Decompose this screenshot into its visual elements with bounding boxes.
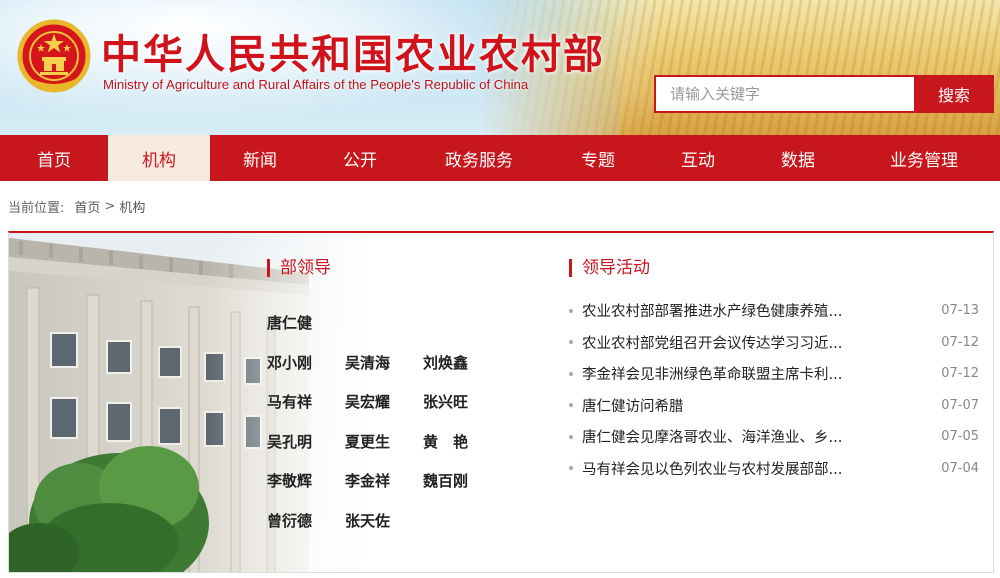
leader-name[interactable]: 李金祥 <box>345 470 423 491</box>
leader-name[interactable]: 张兴旺 <box>423 391 501 412</box>
activity-item[interactable]: 农业农村部部署推进水产绿色健康养殖... 07-13 <box>569 295 979 327</box>
activity-item[interactable]: 李金祥会见非洲绿色革命联盟主席卡利... 07-12 <box>569 358 979 390</box>
leadership-panel: 部领导 唐仁健 邓小刚 吴清海 刘焕鑫 马有祥 吴宏耀 张兴旺 吴孔明 夏更生 … <box>8 231 994 573</box>
leader-name[interactable]: 张天佐 <box>345 510 423 531</box>
breadcrumb-separator: > <box>104 198 116 214</box>
leader-row: 吴孔明 夏更生 黄 艳 <box>267 422 507 462</box>
activity-date: 07-07 <box>941 397 979 413</box>
search-bar: 搜索 <box>654 75 994 113</box>
activity-date: 07-13 <box>941 303 979 319</box>
breadcrumb-label: 当前位置: <box>8 200 65 216</box>
nav-item-topics[interactable]: 专题 <box>548 135 648 181</box>
leader-name[interactable]: 唐仁健 <box>267 312 345 333</box>
activity-item[interactable]: 唐仁健会见摩洛哥农业、海洋渔业、乡... 07-05 <box>569 421 979 453</box>
leader-row: 邓小刚 吴清海 刘焕鑫 <box>267 343 507 383</box>
leader-row: 马有祥 吴宏耀 张兴旺 <box>267 382 507 422</box>
site-title[interactable]: 中华人民共和国农业农村部 <box>101 22 605 80</box>
activity-item[interactable]: 农业农村部党组召开会议传达学习习近... 07-12 <box>569 327 979 359</box>
bullet-icon <box>569 466 573 471</box>
leader-name[interactable]: 吴孔明 <box>267 431 345 452</box>
leader-name[interactable]: 黄 艳 <box>423 431 501 452</box>
activity-item[interactable]: 唐仁健访问希腊 07-07 <box>569 390 979 422</box>
bullet-icon <box>569 340 573 345</box>
leaders-list: 唐仁健 邓小刚 吴清海 刘焕鑫 马有祥 吴宏耀 张兴旺 吴孔明 夏更生 黄 艳 … <box>267 303 507 540</box>
leader-name[interactable]: 吴宏耀 <box>345 391 423 412</box>
search-input[interactable] <box>654 75 914 113</box>
activity-date: 07-05 <box>941 429 979 445</box>
nav-item-data[interactable]: 数据 <box>748 135 848 181</box>
activity-item[interactable]: 马有祥会见以色列农业与农村发展部部... 07-04 <box>569 453 979 485</box>
nav-item-business[interactable]: 业务管理 <box>848 135 1000 181</box>
activity-title[interactable]: 李金祥会见非洲绿色革命联盟主席卡利... <box>582 363 882 384</box>
site-subtitle: Ministry of Agriculture and Rural Affair… <box>103 77 529 92</box>
national-emblem-icon[interactable] <box>16 18 92 94</box>
nav-item-public[interactable]: 公开 <box>310 135 410 181</box>
activity-title[interactable]: 农业农村部党组召开会议传达学习习近... <box>582 332 882 353</box>
activity-date: 07-12 <box>941 366 979 382</box>
breadcrumb: 当前位置: 首页 > 机构 <box>0 181 1000 231</box>
leader-name[interactable]: 马有祥 <box>267 391 345 412</box>
activity-date: 07-04 <box>941 460 979 476</box>
bullet-icon <box>569 308 573 313</box>
breadcrumb-current[interactable]: 机构 <box>119 197 145 216</box>
nav-item-interaction[interactable]: 互动 <box>648 135 748 181</box>
bullet-icon <box>569 434 573 439</box>
leader-row: 李敬辉 李金祥 魏百刚 <box>267 461 507 501</box>
activity-title[interactable]: 农业农村部部署推进水产绿色健康养殖... <box>582 300 882 321</box>
leader-name[interactable]: 夏更生 <box>345 431 423 452</box>
bullet-icon <box>569 403 573 408</box>
leader-row: 唐仁健 <box>267 303 507 343</box>
site-header: 中华人民共和国农业农村部 Ministry of Agriculture and… <box>0 0 1000 135</box>
leaders-section-title: 部领导 <box>267 259 331 277</box>
activity-title[interactable]: 唐仁健访问希腊 <box>582 395 882 416</box>
nav-item-home[interactable]: 首页 <box>0 135 108 181</box>
search-button[interactable]: 搜索 <box>914 75 994 113</box>
leader-name[interactable]: 刘焕鑫 <box>423 352 501 373</box>
breadcrumb-home[interactable]: 首页 <box>74 197 100 216</box>
activities-section-title: 领导活动 <box>569 259 650 277</box>
leader-name[interactable]: 李敬辉 <box>267 470 345 491</box>
nav-item-services[interactable]: 政务服务 <box>410 135 548 181</box>
activity-title[interactable]: 马有祥会见以色列农业与农村发展部部... <box>582 458 882 479</box>
nav-item-news[interactable]: 新闻 <box>210 135 310 181</box>
activity-title[interactable]: 唐仁健会见摩洛哥农业、海洋渔业、乡... <box>582 426 882 447</box>
main-nav: 首页 机构 新闻 公开 政务服务 专题 互动 数据 业务管理 <box>0 135 1000 181</box>
activity-date: 07-12 <box>941 334 979 350</box>
leader-name[interactable]: 曾衍德 <box>267 510 345 531</box>
leader-name[interactable]: 吴清海 <box>345 352 423 373</box>
nav-item-organization[interactable]: 机构 <box>108 135 210 181</box>
leader-name[interactable]: 魏百刚 <box>423 470 501 491</box>
bullet-icon <box>569 371 573 376</box>
leader-row: 曾衍德 张天佐 <box>267 501 507 541</box>
activities-list: 农业农村部部署推进水产绿色健康养殖... 07-13 农业农村部党组召开会议传达… <box>569 295 979 484</box>
leader-name[interactable]: 邓小刚 <box>267 352 345 373</box>
